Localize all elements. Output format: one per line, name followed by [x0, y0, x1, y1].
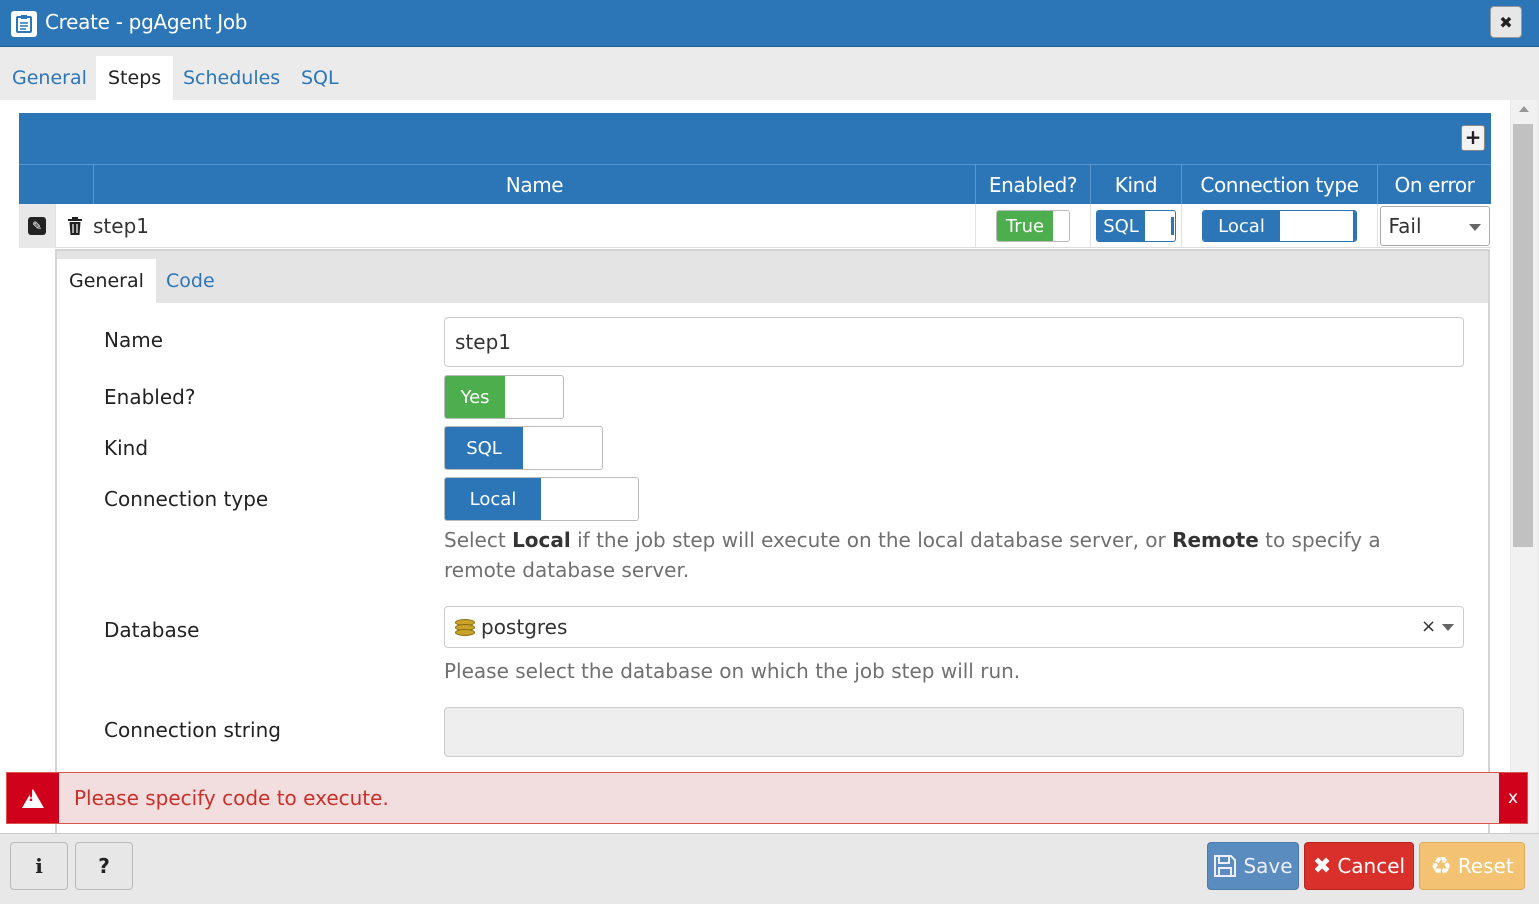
edit-step-button[interactable]: ✎: [19, 204, 55, 248]
on-error-cell[interactable]: Fail: [1377, 204, 1491, 248]
trash-icon: [67, 217, 82, 235]
step-name-cell[interactable]: step1: [93, 204, 975, 248]
create-pgagent-job-dialog: Create - pgAgent Job ✖ General Steps Sch…: [0, 0, 1539, 904]
save-button[interactable]: Save: [1207, 842, 1299, 890]
grid-header: Name Enabled? Kind Connection type On er…: [19, 164, 1491, 205]
kind-toggle[interactable]: SQL: [1096, 210, 1176, 242]
clear-selection-icon[interactable]: ×: [1421, 616, 1436, 637]
error-alert: ! Please specify code to execute. x: [6, 772, 1528, 824]
scroll-thumb[interactable]: [1513, 124, 1533, 547]
connection-type-switch-on: Local: [445, 478, 541, 520]
reset-button[interactable]: ♻ Reset: [1419, 842, 1525, 890]
cancel-icon: ✖: [1312, 853, 1332, 879]
connection-type-toggle[interactable]: Local: [1202, 210, 1357, 242]
tab-sql[interactable]: SQL: [289, 56, 351, 100]
chevron-down-icon: [1468, 224, 1481, 231]
alert-close-button[interactable]: x: [1499, 773, 1527, 823]
steps-grid: + Name Enabled? Kind Connection type On …: [19, 113, 1491, 248]
database-icon: [455, 617, 475, 637]
header-kind: Kind: [1090, 165, 1181, 205]
connection-type-help: Select Local if the job step will execut…: [444, 528, 1381, 582]
kind-cell[interactable]: SQL: [1090, 204, 1181, 248]
enabled-switch[interactable]: Yes: [444, 375, 564, 419]
info-button[interactable]: i: [10, 842, 68, 890]
cancel-label: Cancel: [1337, 854, 1406, 878]
edit-icon: ✎: [28, 217, 46, 235]
step-detail-panel: General Code Name step1 Enabled? Yes Kin…: [55, 249, 1490, 833]
cancel-button[interactable]: ✖ Cancel: [1304, 842, 1414, 890]
scroll-up-arrow-icon[interactable]: [1519, 106, 1529, 112]
tab-general[interactable]: General: [0, 56, 99, 100]
enabled-cell[interactable]: True: [975, 204, 1090, 248]
save-label: Save: [1243, 854, 1293, 878]
connection-string-label: Connection string: [104, 718, 281, 742]
step-name: step1: [93, 214, 149, 238]
database-label: Database: [104, 618, 200, 642]
header-actions: [19, 165, 93, 205]
header-on-error: On error: [1377, 165, 1491, 205]
on-error-select[interactable]: Fail: [1379, 206, 1490, 246]
dialog-footer: i ? Save ✖ Cancel ♻ Reset: [0, 833, 1539, 904]
grid-toolbar: +: [19, 113, 1491, 164]
clipboard-icon: [11, 11, 37, 37]
table-row[interactable]: ✎ step1 True SQL Local Fail: [19, 204, 1491, 248]
add-step-button[interactable]: +: [1461, 125, 1485, 151]
connection-type-cell[interactable]: Local: [1181, 204, 1377, 248]
main-tabs: General Steps Schedules SQL: [0, 48, 1539, 100]
connection-type-switch[interactable]: Local: [444, 477, 639, 521]
header-connection-type: Connection type: [1181, 165, 1377, 205]
error-message: Please specify code to execute.: [74, 786, 389, 810]
name-input[interactable]: step1: [444, 317, 1464, 367]
kind-toggle-on: SQL: [1097, 211, 1145, 241]
connection-string-input[interactable]: [444, 707, 1464, 757]
kind-switch[interactable]: SQL: [444, 426, 603, 470]
recycle-icon: ♻: [1430, 852, 1452, 880]
title-bar[interactable]: Create - pgAgent Job ✖: [0, 0, 1539, 47]
connection-type-label: Connection type: [104, 487, 269, 511]
kind-switch-on: SQL: [445, 427, 523, 469]
connection-toggle-edge: [1353, 211, 1356, 241]
enabled-toggle-on: True: [997, 211, 1053, 241]
enabled-toggle[interactable]: True: [996, 210, 1070, 242]
tab-steps[interactable]: Steps: [96, 56, 174, 100]
connection-toggle-on: Local: [1203, 211, 1280, 241]
warning-icon: !: [7, 773, 59, 823]
dialog-title: Create - pgAgent Job: [45, 10, 248, 34]
delete-step-button[interactable]: [55, 204, 93, 248]
help-icon: ?: [98, 854, 110, 878]
enabled-label: Enabled?: [104, 385, 196, 409]
tab-schedules[interactable]: Schedules: [171, 56, 292, 100]
help-button[interactable]: ?: [75, 842, 133, 890]
vertical-scrollbar[interactable]: [1511, 100, 1537, 833]
kind-toggle-edge: [1171, 217, 1174, 235]
detail-tabs: General Code: [57, 251, 1488, 303]
close-icon: ✖: [1499, 12, 1513, 32]
header-name: Name: [93, 165, 975, 205]
database-select[interactable]: postgres ×: [444, 606, 1464, 648]
database-help: Please select the database on which the …: [444, 659, 1021, 683]
name-label: Name: [104, 328, 164, 352]
kind-label: Kind: [104, 436, 149, 460]
chevron-down-icon[interactable]: [1442, 624, 1454, 631]
info-icon: i: [35, 854, 43, 878]
database-value: postgres: [481, 615, 568, 639]
reset-label: Reset: [1457, 854, 1514, 878]
on-error-value: Fail: [1388, 214, 1422, 238]
detail-tab-general[interactable]: General: [57, 259, 156, 303]
detail-tab-code[interactable]: Code: [154, 259, 227, 303]
close-button[interactable]: ✖: [1490, 6, 1522, 38]
steps-content: + Name Enabled? Kind Connection type On …: [0, 100, 1510, 833]
enabled-switch-on: Yes: [445, 376, 505, 418]
header-enabled: Enabled?: [975, 165, 1090, 205]
save-icon: [1214, 855, 1237, 877]
